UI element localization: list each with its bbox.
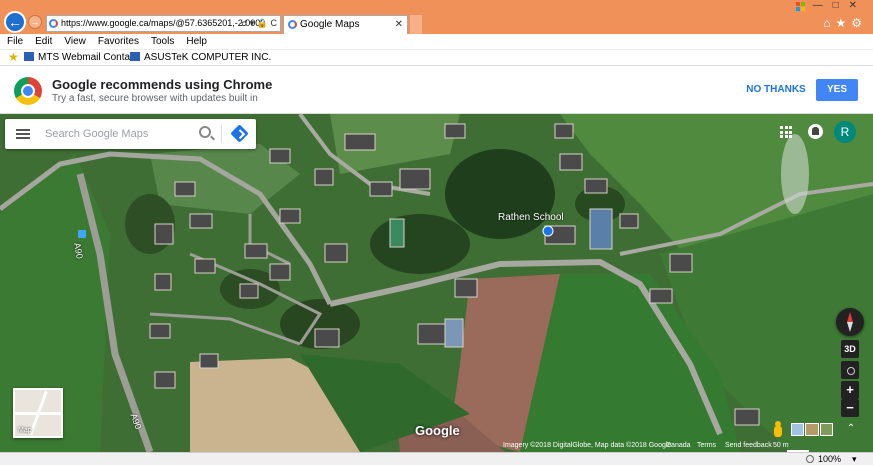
chrome-logo-icon — [14, 77, 42, 105]
asus-favicon-icon — [130, 52, 140, 61]
search-box — [5, 119, 256, 149]
menu-tools[interactable]: Tools — [144, 34, 179, 47]
my-location-icon[interactable] — [841, 361, 859, 379]
menu-favorites[interactable]: Favorites — [91, 34, 144, 47]
zoom-out-button[interactable]: − — [841, 399, 859, 417]
promo-title: Google recommends using Chrome — [52, 77, 273, 92]
tab-favicon-icon — [288, 20, 297, 29]
map-layer-switcher[interactable]: Map — [13, 388, 63, 438]
satellite-map[interactable]: Rathen School A90 A90 — [0, 114, 873, 452]
browser-titlebar: ← → https://www.google.ca/maps/@57.63652… — [0, 0, 873, 34]
tab-google-maps[interactable]: Google Maps ✕ — [283, 15, 408, 34]
back-arrow-icon[interactable]: ← — [4, 11, 26, 33]
status-bar: 100% ▾ — [0, 452, 873, 465]
imagery-credit: Imagery ©2018 DigitalGlobe, Map data ©20… — [503, 442, 672, 449]
mts-favicon-icon — [24, 52, 34, 61]
notifications-icon[interactable] — [808, 124, 823, 139]
menu-view[interactable]: View — [57, 34, 91, 47]
favorite-asustek[interactable]: ASUSTeK COMPUTER INC. — [130, 50, 271, 65]
address-tools-icon[interactable]: ☌ ▾ 🔒 C — [241, 16, 277, 31]
satellite-imagery — [0, 114, 873, 452]
favorites-star-icon[interactable]: ★ — [8, 50, 19, 65]
forward-arrow-icon[interactable]: → — [28, 15, 42, 29]
pegman-icon[interactable] — [771, 421, 785, 438]
address-bar[interactable]: https://www.google.ca/maps/@57.6365201,-… — [46, 15, 281, 32]
search-input[interactable] — [45, 126, 195, 142]
zoom-in-button[interactable]: + — [841, 381, 859, 399]
chrome-promo-banner: Google recommends using Chrome Try a fas… — [0, 66, 873, 114]
tab-close-icon[interactable]: ✕ — [395, 16, 403, 33]
address-url: https://www.google.ca/maps/@57.6365201,-… — [61, 18, 266, 28]
expand-icon[interactable]: ⌃ — [843, 421, 859, 437]
new-tab-button[interactable] — [410, 15, 422, 34]
google-favicon-icon — [49, 19, 58, 28]
minimap-label: Map — [18, 427, 32, 434]
google-logo: Google — [415, 423, 460, 438]
terms-link[interactable]: Terms — [697, 442, 716, 449]
compass-icon[interactable] — [836, 308, 864, 336]
search-icon[interactable] — [199, 126, 211, 138]
search-divider — [221, 125, 222, 143]
menu-edit[interactable]: Edit — [28, 34, 57, 47]
browser-toolbar-icons[interactable]: ⌂★⚙ — [823, 16, 867, 30]
place-label-rathen-school[interactable]: Rathen School — [498, 212, 564, 223]
promo-subtitle: Try a fast, secure browser with updates … — [52, 93, 258, 104]
menu-help[interactable]: Help — [179, 34, 212, 47]
windows-logo-icon — [796, 2, 806, 12]
send-feedback-link[interactable]: Send feedback — [725, 442, 772, 449]
apps-grid-icon[interactable] — [780, 126, 792, 138]
zoom-globe-icon — [806, 455, 814, 463]
avatar[interactable]: R — [834, 121, 856, 143]
yes-button[interactable]: YES — [816, 79, 858, 101]
window-controls[interactable]: —□✕ — [813, 0, 867, 11]
tab-title: Google Maps — [300, 19, 360, 30]
favorites-bar: ★ MTS Webmail Contact ASUSTeK COMPUTER I… — [0, 50, 873, 66]
imagery-thumbnails[interactable] — [791, 423, 833, 436]
map-attribution: Imagery ©2018 DigitalGlobe, Map data ©20… — [0, 442, 873, 452]
hamburger-menu-icon[interactable] — [16, 129, 30, 139]
country-link[interactable]: Canada — [666, 442, 691, 449]
menu-bar: File Edit View Favorites Tools Help — [0, 34, 873, 50]
favorite-label: ASUSTeK COMPUTER INC. — [144, 52, 272, 63]
3d-toggle-button[interactable]: 3D — [841, 340, 859, 358]
no-thanks-button[interactable]: NO THANKS — [744, 78, 808, 102]
zoom-dropdown-icon[interactable]: ▾ — [852, 453, 857, 465]
zoom-level[interactable]: 100% — [818, 453, 841, 465]
scale-label[interactable]: 50 m — [773, 442, 789, 449]
menu-file[interactable]: File — [0, 34, 28, 47]
directions-icon[interactable] — [230, 124, 249, 143]
favorite-label: MTS Webmail Contact — [38, 52, 138, 63]
favorite-mts-webmail[interactable]: MTS Webmail Contact — [24, 50, 138, 65]
